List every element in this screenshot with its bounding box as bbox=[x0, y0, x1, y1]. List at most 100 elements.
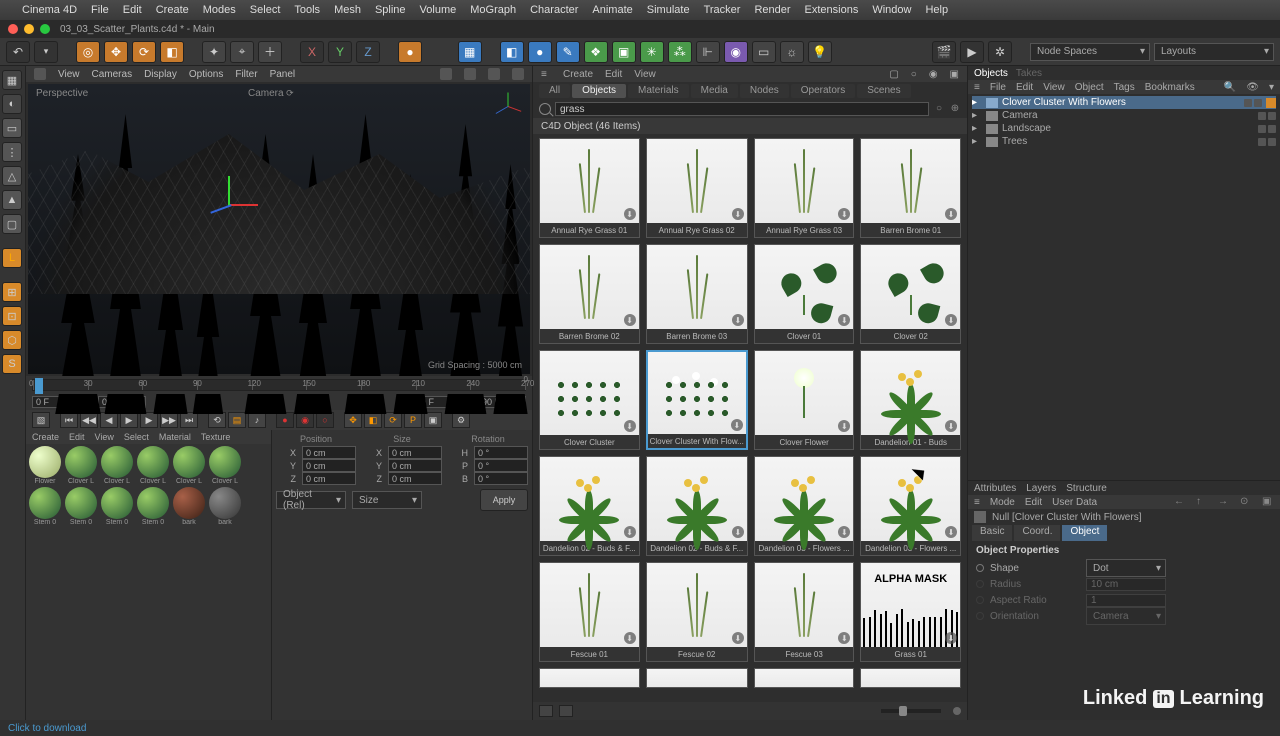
menu-help[interactable]: Help bbox=[925, 4, 948, 16]
record-icon[interactable]: ● bbox=[276, 412, 294, 428]
prop-value[interactable]: Dot bbox=[1086, 559, 1166, 577]
menu-extensions[interactable]: Extensions bbox=[805, 4, 859, 16]
filter-icon[interactable]: ⊕ bbox=[949, 103, 961, 115]
sphere-icon[interactable]: ● bbox=[528, 41, 552, 63]
size-field[interactable]: 0 cm bbox=[388, 446, 442, 459]
om-tags[interactable]: Tags bbox=[1114, 82, 1135, 93]
menu-select[interactable]: Select bbox=[250, 4, 281, 16]
ab-view[interactable]: View bbox=[634, 69, 656, 80]
asset-item[interactable]: ⬇Dandelion 02 - Buds & F... bbox=[539, 456, 640, 556]
menu-character[interactable]: Character bbox=[530, 4, 578, 16]
node-spaces-dropdown[interactable]: Node Spaces bbox=[1030, 43, 1150, 61]
close-icon[interactable] bbox=[8, 24, 18, 34]
nav-fwd-icon[interactable]: → bbox=[1218, 496, 1230, 508]
next-frame-icon[interactable]: ▶ bbox=[140, 412, 158, 428]
asset-item[interactable]: ALPHA MASK⬇Grass 01 bbox=[860, 562, 961, 662]
ab-hamburger-icon[interactable]: ≡ bbox=[541, 69, 551, 80]
tool-locked[interactable]: ＋ bbox=[258, 41, 282, 63]
cloner-icon[interactable]: ⁂ bbox=[668, 41, 692, 63]
download-icon[interactable]: ⬇ bbox=[624, 420, 636, 432]
bake-icon[interactable]: ⚙ bbox=[452, 412, 470, 428]
pla-track-icon[interactable]: ▣ bbox=[424, 412, 442, 428]
asset-item[interactable]: ⬇Annual Rye Grass 01 bbox=[539, 138, 640, 238]
download-icon[interactable]: ⬇ bbox=[945, 208, 957, 220]
asset-item[interactable]: ⬇Dandelion 02 - Buds & F... bbox=[646, 456, 748, 556]
coord-apply-button[interactable]: Apply bbox=[480, 489, 528, 511]
material-item[interactable]: Clover L bbox=[172, 446, 206, 485]
redo-arrow-icon[interactable]: ▾ bbox=[34, 41, 58, 63]
menu-mesh[interactable]: Mesh bbox=[334, 4, 361, 16]
object-tree-row[interactable]: ▸Landscape bbox=[972, 122, 1276, 135]
tab-layers[interactable]: Layers bbox=[1026, 483, 1056, 494]
powerslider-icon[interactable]: ▧ bbox=[32, 412, 50, 428]
material-item[interactable]: Clover L bbox=[136, 446, 170, 485]
clear-search-icon[interactable]: ○ bbox=[933, 103, 945, 115]
asset-item[interactable] bbox=[860, 668, 961, 688]
am-mode[interactable]: Mode bbox=[990, 497, 1015, 508]
download-icon[interactable]: ⬇ bbox=[624, 208, 636, 220]
asset-item[interactable]: ⬇Fescue 02 bbox=[646, 562, 748, 662]
download-icon[interactable]: ⬇ bbox=[732, 632, 744, 644]
asset-tab-all[interactable]: All bbox=[539, 84, 570, 98]
ab-icon1[interactable]: ▢ bbox=[889, 69, 898, 80]
am-edit[interactable]: Edit bbox=[1025, 497, 1042, 508]
layouts-dropdown[interactable]: Layouts bbox=[1154, 43, 1274, 61]
asset-item[interactable]: ⬇Fescue 03 bbox=[754, 562, 855, 662]
prev-key-icon[interactable]: ◀◀ bbox=[80, 412, 98, 428]
extrude-icon[interactable]: ▣ bbox=[612, 41, 636, 63]
nav-new-icon[interactable]: ▣ bbox=[1262, 496, 1274, 508]
bulb-icon[interactable]: 💡 bbox=[808, 41, 832, 63]
pos-track-icon[interactable]: ✥ bbox=[344, 412, 362, 428]
vp-nav4-icon[interactable] bbox=[512, 68, 524, 80]
undo-button[interactable]: ↶ bbox=[6, 41, 30, 63]
object-tree-row[interactable]: ▸Trees bbox=[972, 135, 1276, 148]
rot-field[interactable]: 0 ° bbox=[474, 459, 528, 472]
vp-options[interactable]: Options bbox=[189, 69, 223, 80]
om-eye-icon[interactable]: 👁 bbox=[1246, 82, 1259, 93]
workplane-icon[interactable]: ▭ bbox=[2, 118, 22, 138]
asset-tab-media[interactable]: Media bbox=[691, 84, 738, 98]
nav-back-icon[interactable]: ← bbox=[1174, 496, 1186, 508]
pos-field[interactable]: 0 cm bbox=[302, 446, 356, 459]
world-axis-icon[interactable]: ● bbox=[398, 41, 422, 63]
quantize-icon[interactable]: ⊡ bbox=[2, 306, 22, 326]
move-gizmo[interactable] bbox=[218, 174, 258, 214]
tool-place[interactable]: ⌖ bbox=[230, 41, 254, 63]
menu-window[interactable]: Window bbox=[872, 4, 911, 16]
asset-item[interactable]: ⬇Clover Flower bbox=[754, 350, 855, 450]
material-item[interactable]: Clover L bbox=[64, 446, 98, 485]
field-icon[interactable]: ⊩ bbox=[696, 41, 720, 63]
vp-filter[interactable]: Filter bbox=[235, 69, 257, 80]
sound-icon[interactable]: ♪ bbox=[248, 412, 266, 428]
render-clap-icon[interactable]: 🎬 bbox=[932, 41, 956, 63]
goto-end-icon[interactable]: ⏭ bbox=[180, 412, 198, 428]
download-icon[interactable]: ⬇ bbox=[838, 632, 850, 644]
am-hamburger-icon[interactable]: ≡ bbox=[974, 497, 980, 508]
menu-create[interactable]: Create bbox=[156, 4, 189, 16]
om-filter-icon[interactable]: ▾ bbox=[1269, 82, 1274, 93]
thumb-size-slider[interactable] bbox=[881, 709, 941, 713]
om-object[interactable]: Object bbox=[1075, 82, 1104, 93]
asset-item[interactable]: ⬇Clover Cluster bbox=[539, 350, 640, 450]
axis-l-icon[interactable]: L bbox=[2, 248, 22, 268]
viewport-camera[interactable]: Camera bbox=[248, 88, 294, 99]
size-field[interactable]: 0 cm bbox=[388, 459, 442, 472]
next-key-icon[interactable]: ▶▶ bbox=[160, 412, 178, 428]
om-view[interactable]: View bbox=[1043, 82, 1065, 93]
vp-hamburger-icon[interactable] bbox=[34, 68, 46, 80]
mat-material[interactable]: Material bbox=[159, 432, 191, 442]
asset-item[interactable]: ⬇Barren Brome 03 bbox=[646, 244, 748, 344]
rot-track-icon[interactable]: ⟳ bbox=[384, 412, 402, 428]
move-tool[interactable]: ✥ bbox=[104, 41, 128, 63]
download-icon[interactable]: ⬇ bbox=[732, 208, 744, 220]
asset-tab-materials[interactable]: Materials bbox=[628, 84, 689, 98]
om-bookmarks[interactable]: Bookmarks bbox=[1145, 82, 1195, 93]
material-item[interactable]: Clover L bbox=[100, 446, 134, 485]
menu-render[interactable]: Render bbox=[754, 4, 790, 16]
vp-display[interactable]: Display bbox=[144, 69, 177, 80]
download-icon[interactable]: ⬇ bbox=[945, 420, 957, 432]
asset-browser-icon[interactable]: ▦ bbox=[458, 41, 482, 63]
om-search-icon[interactable]: 🔍 bbox=[1224, 82, 1236, 93]
autokey-icon[interactable]: ◉ bbox=[296, 412, 314, 428]
material-tag-icon[interactable] bbox=[1266, 98, 1276, 108]
